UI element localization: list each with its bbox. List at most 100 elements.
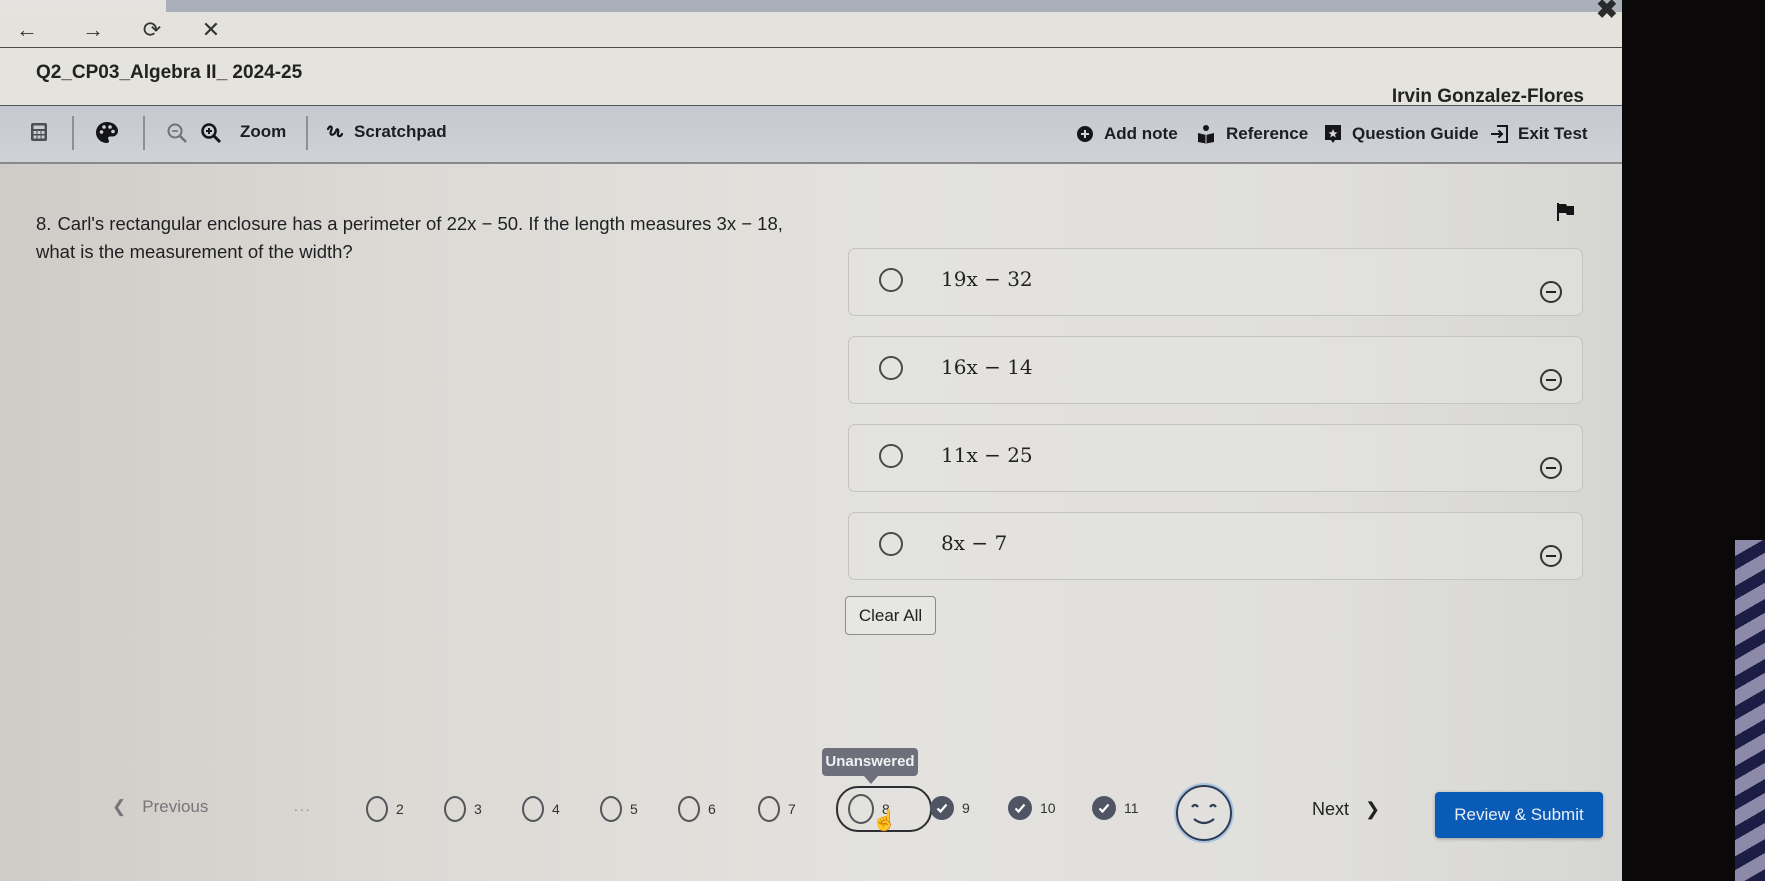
- question-nav-number: 2: [396, 801, 404, 817]
- toolbar: Zoom Scratchpad Add note Reference Quest…: [0, 106, 1622, 164]
- question-nav-item[interactable]: 10: [1008, 796, 1056, 820]
- add-note-icon: [1077, 126, 1093, 142]
- browser-tabstrip: [0, 0, 1622, 12]
- title-row: Q2_CP03_Algebra II_ 2024-25 Irvin Gonzal…: [0, 48, 1622, 107]
- question-nav-item[interactable]: 2: [366, 796, 404, 822]
- unanswered-icon: [758, 796, 780, 822]
- add-note-button[interactable]: Add note: [1076, 124, 1178, 144]
- question-nav-item[interactable]: 6: [678, 796, 716, 822]
- question-nav-item[interactable]: 9: [930, 796, 970, 820]
- toolbar-divider: [72, 116, 74, 150]
- calculator-icon: [31, 123, 47, 141]
- exit-test-label: Exit Test: [1518, 124, 1588, 143]
- hand-pointer-cursor-icon: ☝: [872, 810, 897, 832]
- question-nav-number: 9: [962, 800, 970, 816]
- option-label: 16x − 14: [941, 355, 1033, 379]
- smiley-icon: [1191, 803, 1217, 825]
- background-fabric: [1735, 0, 1765, 881]
- palette-icon: [96, 122, 118, 143]
- radio-button[interactable]: [879, 444, 903, 468]
- question-guide-label: Question Guide: [1352, 124, 1479, 143]
- monitor-bezel: [1622, 0, 1742, 881]
- zoom-out-icon: [167, 123, 187, 143]
- reference-icon: [1198, 125, 1214, 144]
- zoom-in-button[interactable]: [200, 122, 222, 144]
- toolbar-divider: [143, 116, 145, 150]
- question-nav-item[interactable]: 3: [444, 796, 482, 822]
- window-close-button[interactable]: ✖: [1596, 0, 1618, 25]
- zoom-label: Zoom: [240, 122, 287, 141]
- reload-button[interactable]: ⟳: [139, 17, 165, 43]
- eliminate-option-icon[interactable]: [1540, 457, 1562, 479]
- scratchpad-button[interactable]: Scratchpad: [326, 122, 447, 142]
- answer-option[interactable]: 8x − 7: [848, 512, 1583, 580]
- question-nav-number: 6: [708, 801, 716, 817]
- answer-option[interactable]: 11x − 25: [848, 424, 1583, 492]
- chevron-left-icon: ❮: [112, 797, 127, 816]
- question-nav-item[interactable]: 7: [758, 796, 796, 822]
- radio-button[interactable]: [879, 356, 903, 380]
- previous-button[interactable]: ❮ Previous: [112, 797, 208, 817]
- next-button[interactable]: Next ❯: [1312, 799, 1380, 820]
- arrow-left-icon: ←: [16, 17, 38, 42]
- unanswered-icon: [366, 796, 388, 822]
- exit-icon: [1491, 125, 1508, 143]
- question-nav-number: 3: [474, 801, 482, 817]
- question-number: 8.: [36, 213, 52, 234]
- next-label: Next: [1312, 799, 1350, 819]
- test-screen: ← → ⟳ ✕ ✖ Q2_CP03_Algebra II_ 2024-25 Ir…: [0, 0, 1622, 881]
- question-nav-number: 5: [630, 801, 638, 817]
- question-guide-icon: [1325, 125, 1341, 143]
- add-note-label: Add note: [1104, 124, 1178, 143]
- question-nav-item[interactable]: 11: [1092, 796, 1139, 820]
- zoom-out-button[interactable]: [166, 122, 188, 144]
- toolbar-divider: [306, 116, 308, 150]
- answer-option[interactable]: 19x − 32: [848, 248, 1583, 316]
- exit-test-button[interactable]: Exit Test: [1490, 124, 1588, 144]
- unanswered-icon: [678, 796, 700, 822]
- fabric-stripes: [1735, 540, 1765, 881]
- more-questions-ellipsis[interactable]: ...: [294, 798, 312, 814]
- question-guide-button[interactable]: Question Guide: [1324, 124, 1479, 144]
- question-nav-item[interactable]: 5: [600, 796, 638, 822]
- unanswered-icon: [444, 796, 466, 822]
- question-nav-number: 11: [1124, 800, 1139, 816]
- answered-check-icon: [1092, 796, 1116, 820]
- answer-option[interactable]: 16x − 14: [848, 336, 1583, 404]
- review-submit-button[interactable]: Review & Submit: [1435, 792, 1603, 838]
- unanswered-icon: [522, 796, 544, 822]
- stop-button[interactable]: ✕: [198, 17, 224, 43]
- arrow-right-icon: →: [82, 17, 104, 42]
- forward-button[interactable]: →: [80, 17, 106, 43]
- question-text: Carl's rectangular enclosure has a perim…: [36, 213, 783, 262]
- user-name: Irvin Gonzalez-Flores: [1391, 86, 1584, 107]
- zoom-in-icon: [201, 123, 222, 144]
- clear-all-button[interactable]: Clear All: [845, 596, 936, 635]
- browser-nav-row: [0, 12, 1622, 48]
- scratchpad-label: Scratchpad: [354, 122, 447, 141]
- eliminate-option-icon[interactable]: [1540, 545, 1562, 567]
- eliminate-option-icon[interactable]: [1540, 281, 1562, 303]
- back-button[interactable]: ←: [14, 17, 40, 43]
- calculator-button[interactable]: [30, 122, 48, 142]
- radio-button[interactable]: [879, 532, 903, 556]
- flag-button[interactable]: [1556, 202, 1576, 227]
- answered-check-icon: [1008, 796, 1032, 820]
- radio-button[interactable]: [879, 268, 903, 292]
- question-stem: 8. Carl's rectangular enclosure has a per…: [36, 210, 816, 266]
- feedback-button[interactable]: [1176, 785, 1232, 841]
- question-nav-number: 4: [552, 801, 560, 817]
- close-icon: ✖: [1596, 0, 1618, 24]
- scratchpad-icon: [326, 125, 344, 138]
- eliminate-option-icon[interactable]: [1540, 369, 1562, 391]
- option-label: 19x − 32: [941, 267, 1033, 291]
- question-nav-number: 7: [788, 801, 796, 817]
- reference-button[interactable]: Reference: [1196, 124, 1308, 144]
- browser-tab[interactable]: [0, 0, 166, 12]
- question-nav-number: 10: [1040, 800, 1056, 816]
- question-nav-item-current[interactable]: 8 ☝: [836, 786, 932, 832]
- question-nav-item[interactable]: 4: [522, 796, 560, 822]
- color-theme-button[interactable]: [94, 120, 120, 146]
- flag-icon: [1557, 203, 1574, 221]
- reload-icon: ⟳: [142, 17, 162, 42]
